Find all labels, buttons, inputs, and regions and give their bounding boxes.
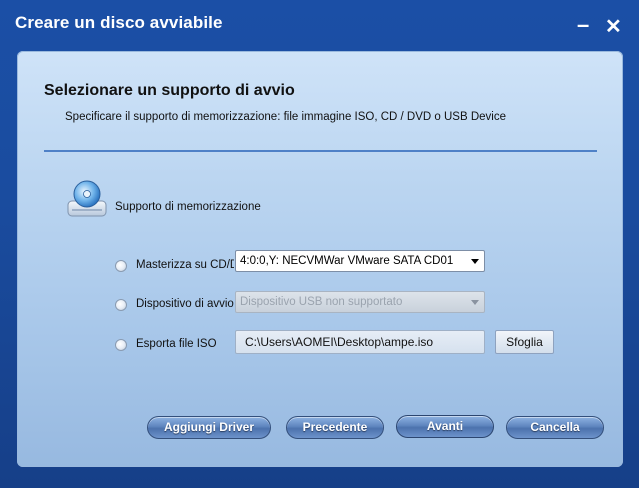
- export-iso-radio[interactable]: [115, 339, 127, 351]
- media-section-label: Supporto di memorizzazione: [115, 201, 261, 213]
- usb-device-select: Dispositivo USB non supportato: [235, 291, 485, 313]
- add-driver-button[interactable]: Aggiungi Driver: [147, 416, 271, 439]
- content-panel: Selezionare un supporto di avvio Specifi…: [17, 51, 623, 467]
- close-icon[interactable]: ✕: [605, 14, 622, 39]
- window-title: Creare un disco avviabile: [15, 13, 223, 32]
- page-description: Specificare il supporto di memorizzazion…: [65, 111, 506, 123]
- page-title: Selezionare un supporto di avvio: [44, 82, 295, 99]
- optical-disk-icon: [67, 180, 107, 217]
- usb-device-radio[interactable]: [115, 299, 127, 311]
- chevron-down-icon: [471, 300, 479, 305]
- next-button[interactable]: Avanti: [396, 415, 494, 438]
- cd-drive-value: 4:0:0,Y: NECVMWar VMware SATA CD01: [240, 255, 454, 267]
- burn-cd-label: Masterizza su CD/DVD: [136, 259, 234, 271]
- header-divider: [44, 150, 597, 152]
- browse-button[interactable]: Sfoglia: [495, 330, 554, 354]
- minimize-icon[interactable]: –: [577, 12, 589, 38]
- previous-button[interactable]: Precedente: [286, 416, 384, 439]
- usb-device-value: Dispositivo USB non supportato: [240, 296, 403, 308]
- burn-cd-radio[interactable]: [115, 260, 127, 272]
- cd-drive-select[interactable]: 4:0:0,Y: NECVMWar VMware SATA CD01: [235, 250, 485, 272]
- export-iso-label: Esporta file ISO: [136, 338, 217, 350]
- usb-device-label: Dispositivo di avvio USB: [136, 298, 234, 310]
- cancel-button[interactable]: Cancella: [506, 416, 604, 439]
- iso-path-input[interactable]: C:\Users\AOMEI\Desktop\ampe.iso: [235, 330, 485, 354]
- title-bar: Creare un disco avviabile – ✕: [0, 0, 639, 50]
- chevron-down-icon: [471, 259, 479, 264]
